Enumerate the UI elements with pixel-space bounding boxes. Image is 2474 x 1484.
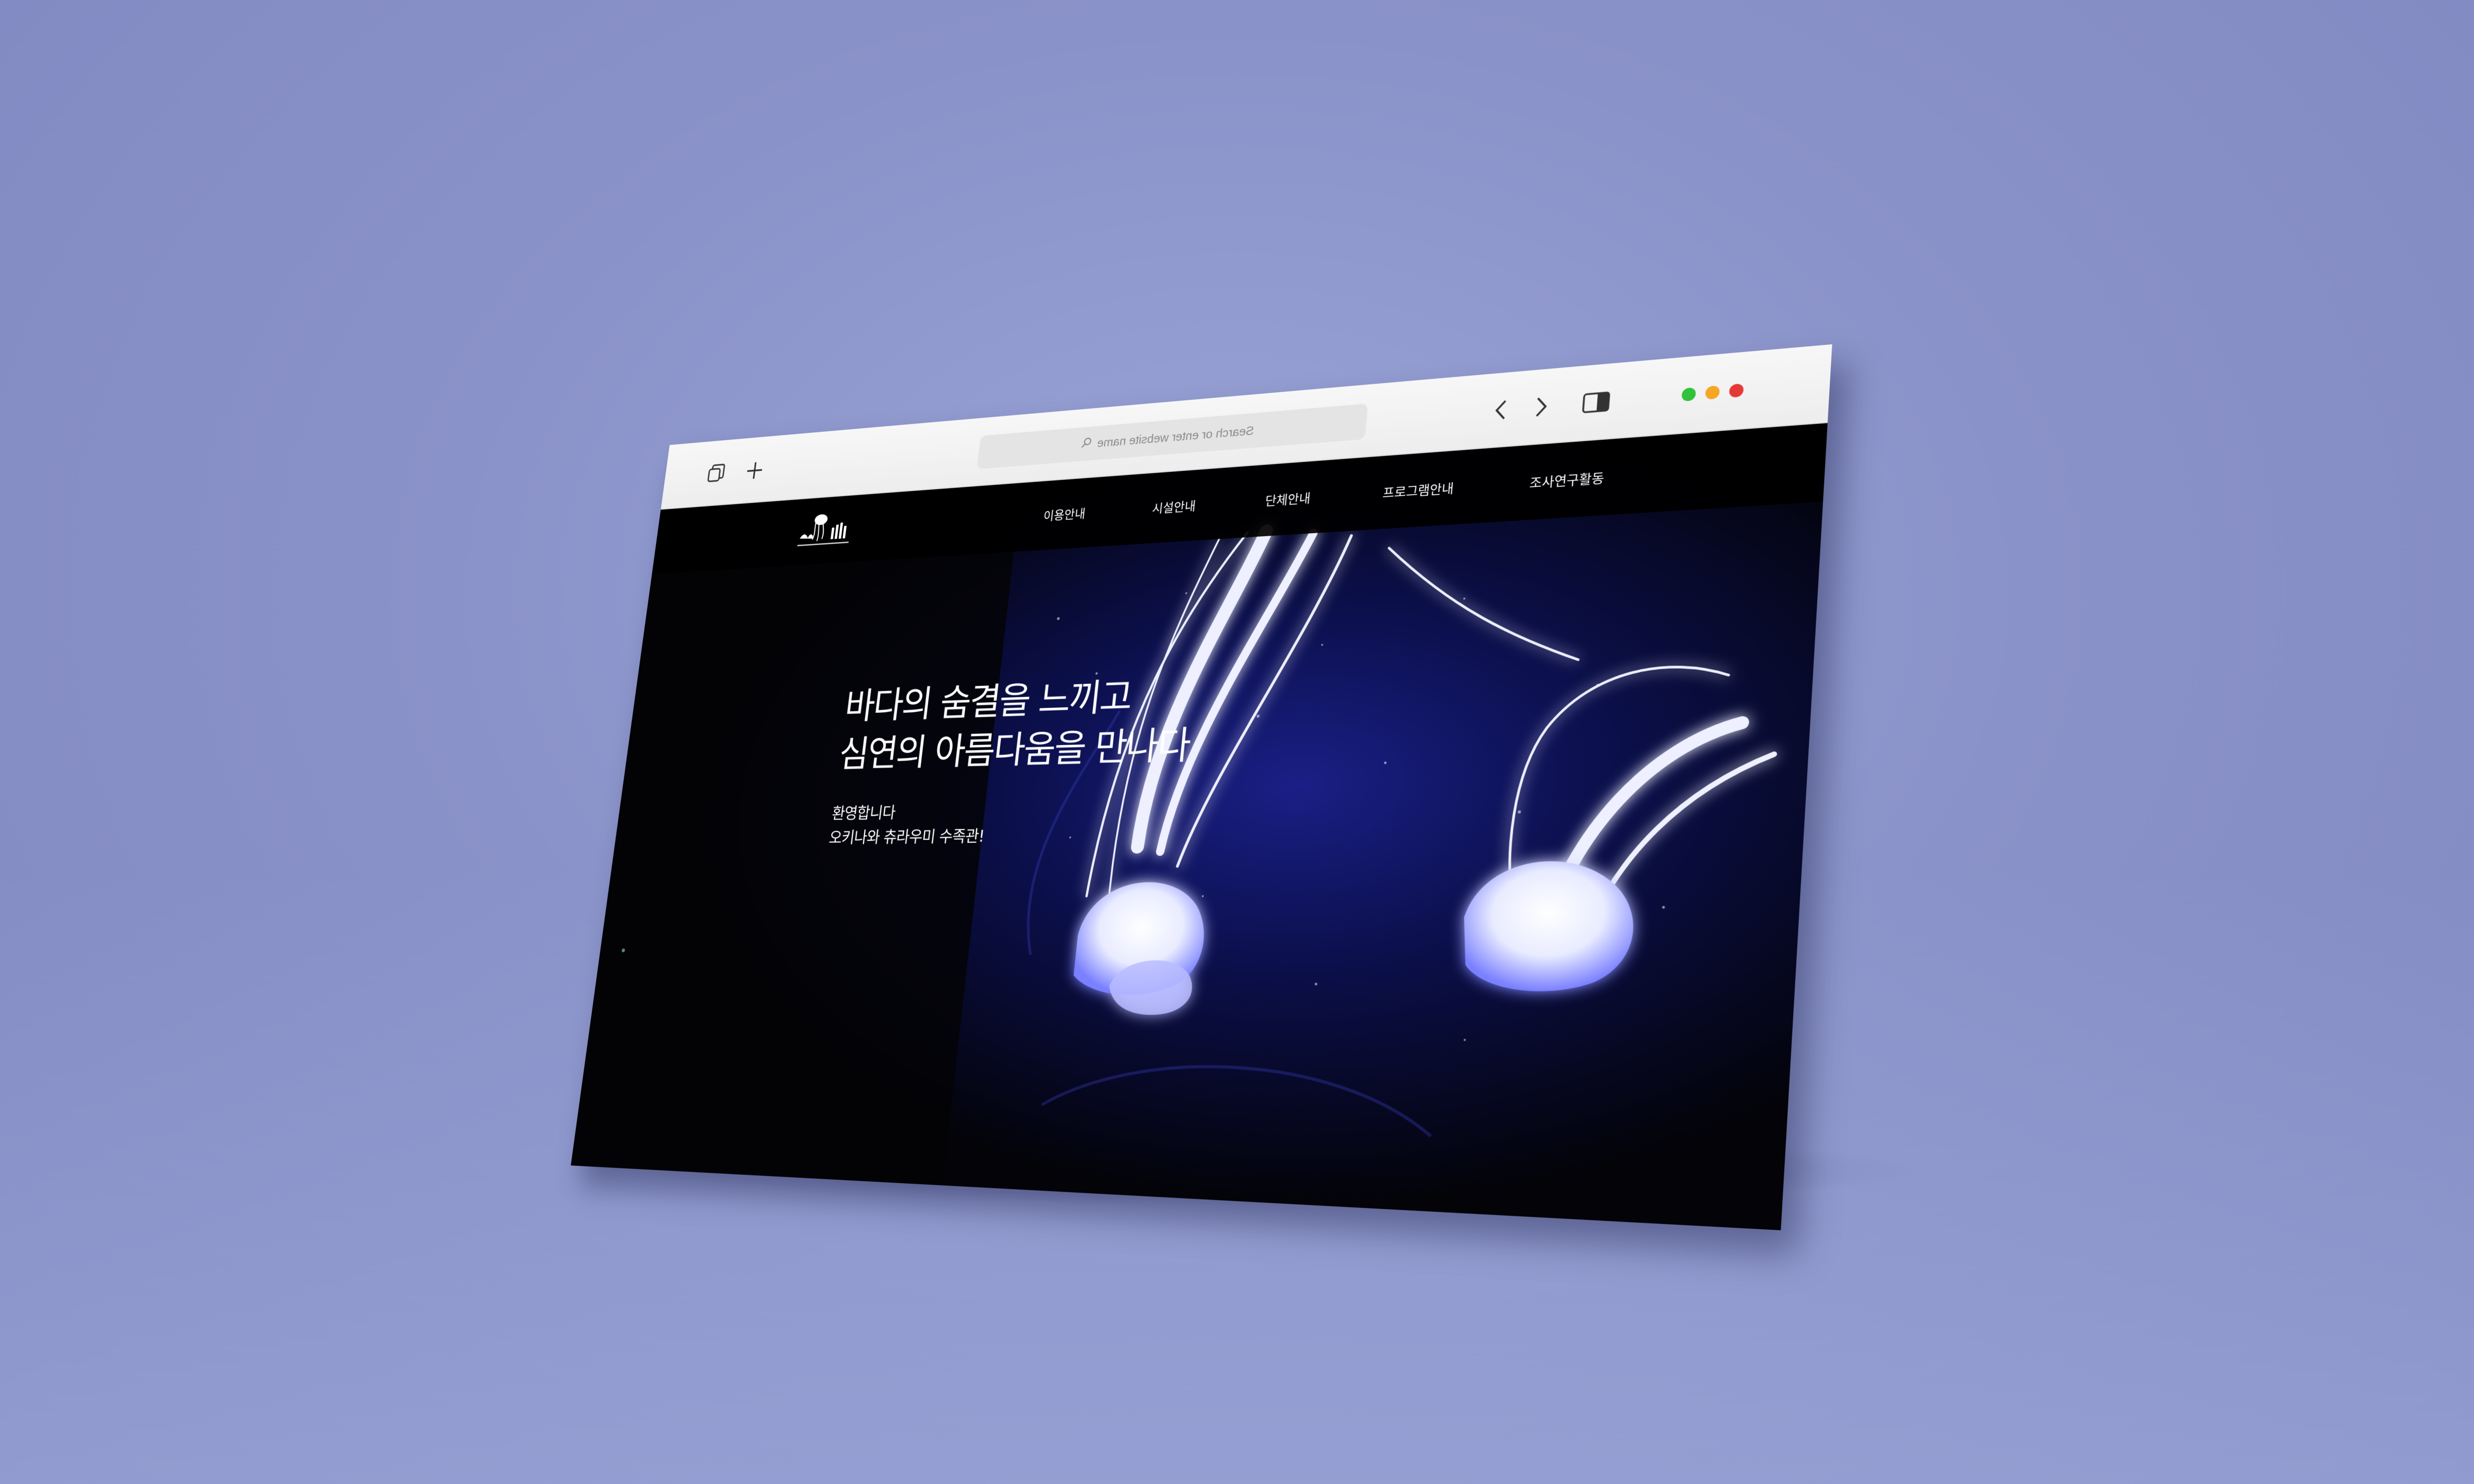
search-icon bbox=[1080, 436, 1093, 452]
web-viewport: 이용안내 시설안내 단체안내 프로그램안내 조사연구활동 바다의 숨결을 느끼고… bbox=[571, 423, 1828, 1231]
hero-copy: 바다의 숨결을 느끼고 심연의 아름다움을 만나다 환영합니다 오키나와 츄라우… bbox=[828, 669, 1197, 850]
hero-subtitle-line-1: 환영합니다 bbox=[831, 803, 897, 824]
window-zoom-button[interactable] bbox=[1681, 387, 1697, 402]
nav-usage-guide[interactable]: 이용안내 bbox=[1043, 504, 1086, 524]
address-bar[interactable]: Search or enter website name bbox=[977, 403, 1368, 469]
sidebar-icon[interactable] bbox=[1581, 389, 1612, 416]
browser-window: Search or enter website name 이용안내 시설안내 단… bbox=[571, 344, 1832, 1231]
mockup-scene: Search or enter website name 이용안내 시설안내 단… bbox=[0, 0, 2474, 1484]
hero-subtitle: 환영합니다 오키나와 츄라우미 수족관! bbox=[828, 796, 1185, 850]
hero-subtitle-line-2: 오키나와 츄라우미 수족관! bbox=[828, 827, 985, 847]
nav-research-activities[interactable]: 조사연구활동 bbox=[1529, 468, 1605, 492]
nav-facility-guide[interactable]: 시설안내 bbox=[1151, 496, 1196, 516]
tabs-icon[interactable] bbox=[705, 462, 727, 485]
address-placeholder: Search or enter website name bbox=[1096, 423, 1255, 450]
hero-title: 바다의 숨결을 느끼고 심연의 아름다움을 만나다 bbox=[836, 669, 1197, 779]
chevron-left-icon[interactable] bbox=[1488, 395, 1513, 424]
nav-program-guide[interactable]: 프로그램안내 bbox=[1382, 478, 1454, 501]
plus-icon[interactable] bbox=[744, 459, 766, 482]
churaumi-logo[interactable] bbox=[793, 504, 858, 553]
chevron-right-icon[interactable] bbox=[1529, 392, 1554, 421]
window-close-button[interactable] bbox=[1729, 383, 1744, 398]
window-controls bbox=[1681, 383, 1744, 402]
window-minimize-button[interactable] bbox=[1705, 385, 1720, 400]
nav-group-guide[interactable]: 단체안내 bbox=[1264, 488, 1311, 509]
hero-title-line-2: 심연의 아름다움을 만나다 bbox=[837, 723, 1192, 776]
